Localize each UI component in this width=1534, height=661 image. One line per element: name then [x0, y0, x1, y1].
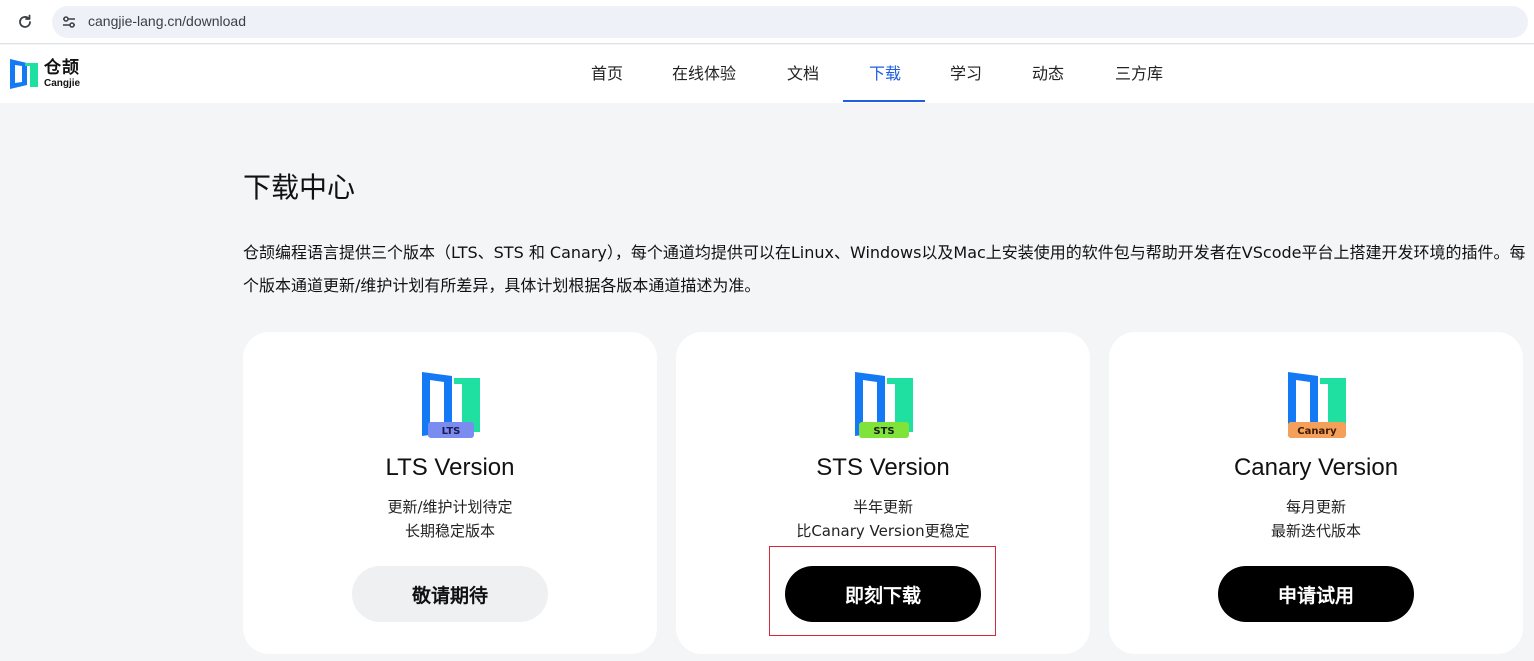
- active-tab-indicator: [843, 100, 925, 102]
- logo-text-en: Cangjie: [44, 77, 81, 89]
- canary-badge-label: Canary: [1297, 426, 1337, 437]
- page-title: 下载中心: [243, 171, 356, 204]
- logo-text-cn: 仓颉: [44, 57, 80, 78]
- card-title: LTS Version: [385, 454, 515, 481]
- sts-badge-label: STS: [873, 426, 894, 437]
- download-now-button[interactable]: 即刻下载: [785, 566, 981, 622]
- cangjie-logo-icon: [10, 59, 38, 89]
- coming-soon-button[interactable]: 敬请期待: [352, 566, 548, 622]
- card-summary: 比Canary Version更稳定: [796, 522, 970, 540]
- card-title: Canary Version: [1233, 454, 1399, 481]
- address-bar[interactable]: cangjie-lang.cn/download: [52, 6, 1528, 38]
- version-card-sts: STS STS Version 半年更新 比Canary Version更稳定 …: [676, 332, 1090, 654]
- nav-item-home[interactable]: 首页: [580, 45, 634, 103]
- sts-logo-icon: STS: [855, 372, 913, 438]
- card-schedule: 每月更新: [1285, 498, 1346, 516]
- site-header: 仓颉 Cangjie 首页 在线体验 文档 下载 学习 动态 三方库: [0, 45, 1534, 103]
- card-summary: 最新迭代版本: [1270, 522, 1361, 540]
- nav-item-docs[interactable]: 文档: [776, 45, 830, 103]
- url-text[interactable]: cangjie-lang.cn/download: [88, 13, 246, 29]
- card-summary: 长期稳定版本: [404, 522, 495, 540]
- card-title: STS Version: [816, 454, 950, 481]
- card-schedule: 半年更新: [852, 498, 913, 516]
- nav-item-third-party-libs[interactable]: 三方库: [1107, 45, 1171, 103]
- apply-trial-button[interactable]: 申请试用: [1218, 566, 1414, 622]
- lts-logo-icon: LTS: [422, 372, 480, 438]
- nav-item-playground[interactable]: 在线体验: [664, 45, 744, 103]
- card-schedule: 更新/维护计划待定: [387, 498, 513, 516]
- site-settings-icon[interactable]: [60, 13, 78, 31]
- reload-icon[interactable]: [14, 11, 36, 33]
- nav-item-download[interactable]: 下载: [858, 45, 912, 103]
- version-card-canary: Canary Canary Version 每月更新 最新迭代版本 申请试用: [1109, 332, 1523, 654]
- lts-badge-label: LTS: [442, 426, 461, 437]
- nav-item-learn[interactable]: 学习: [939, 45, 993, 103]
- browser-toolbar: cangjie-lang.cn/download: [0, 0, 1534, 44]
- canary-logo-icon: Canary: [1288, 372, 1346, 438]
- page-description: 仓颉编程语言提供三个版本（LTS、STS 和 Canary），每个通道均提供可以…: [243, 243, 1526, 295]
- version-card-lts: LTS LTS Version 更新/维护计划待定 长期稳定版本 敬请期待: [243, 332, 657, 654]
- site-logo[interactable]: 仓颉 Cangjie: [10, 57, 80, 91]
- nav-item-news[interactable]: 动态: [1021, 45, 1075, 103]
